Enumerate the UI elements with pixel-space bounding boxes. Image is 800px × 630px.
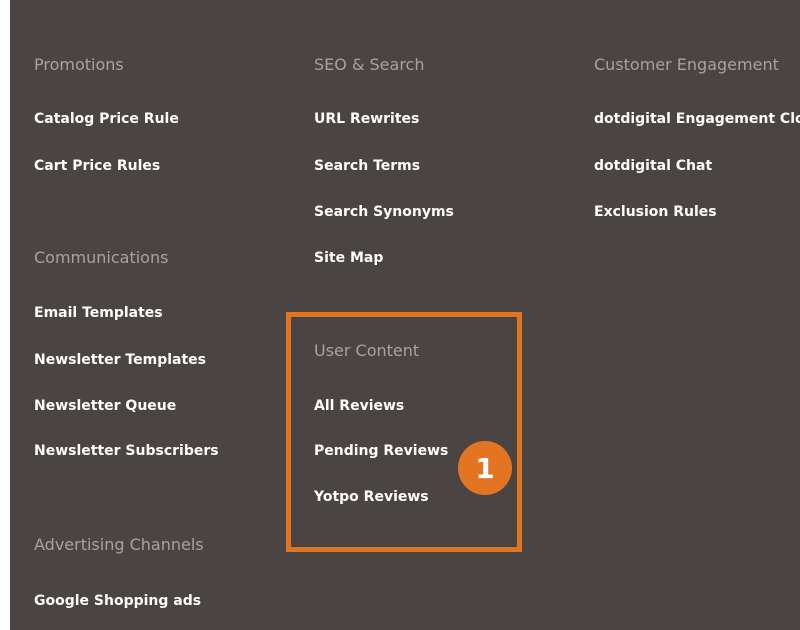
- heading-customer-engagement: Customer Engagement: [594, 55, 779, 74]
- menu-item-url-rewrites[interactable]: URL Rewrites: [314, 111, 419, 127]
- heading-seo-search: SEO & Search: [314, 55, 425, 74]
- menu-item-all-reviews[interactable]: All Reviews: [314, 398, 404, 414]
- menu-item-cart-price-rules[interactable]: Cart Price Rules: [34, 158, 160, 174]
- menu-item-newsletter-templates[interactable]: Newsletter Templates: [34, 352, 206, 368]
- callout-badge: 1: [458, 441, 512, 495]
- menu-item-search-synonyms[interactable]: Search Synonyms: [314, 204, 454, 220]
- heading-user-content: User Content: [314, 341, 420, 360]
- menu-item-newsletter-subscribers[interactable]: Newsletter Subscribers: [34, 443, 219, 459]
- menu-item-yotpo-reviews[interactable]: Yotpo Reviews: [314, 489, 429, 505]
- menu-item-newsletter-queue[interactable]: Newsletter Queue: [34, 398, 176, 414]
- menu-item-google-shopping-ads[interactable]: Google Shopping ads: [34, 593, 201, 609]
- menu-item-dotdigital-chat[interactable]: dotdigital Chat: [594, 158, 712, 174]
- menu-item-dotdigital-engagement-cloud[interactable]: dotdigital Engagement Cloud: [594, 111, 800, 127]
- menu-item-site-map[interactable]: Site Map: [314, 250, 383, 266]
- heading-communications: Communications: [34, 248, 169, 267]
- heading-promotions: Promotions: [34, 55, 124, 74]
- heading-advertising-channels: Advertising Channels: [34, 535, 204, 554]
- menu-item-pending-reviews[interactable]: Pending Reviews: [314, 443, 448, 459]
- menu-item-email-templates[interactable]: Email Templates: [34, 305, 163, 321]
- menu-item-catalog-price-rule[interactable]: Catalog Price Rule: [34, 111, 179, 127]
- menu-item-search-terms[interactable]: Search Terms: [314, 158, 420, 174]
- menu-item-exclusion-rules[interactable]: Exclusion Rules: [594, 204, 717, 220]
